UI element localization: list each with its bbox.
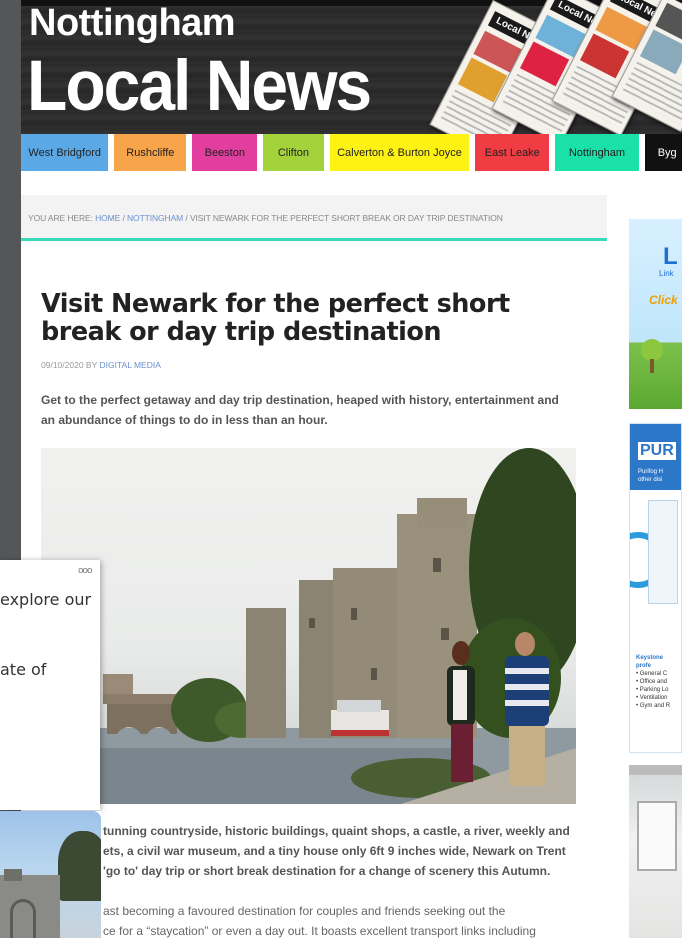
newspaper-collage: Local News Local News Local News Local N… bbox=[427, 0, 682, 134]
main-nav: West Bridgford Rushcliffe Beeston Clifto… bbox=[21, 134, 682, 171]
article-lead: Get to the perfect getaway and day trip … bbox=[41, 393, 559, 427]
breadcrumb-separator: / bbox=[122, 213, 125, 223]
logo-line-1: Nottingham bbox=[29, 2, 236, 44]
article-paragraph-line: ets, a civil war museum, and a tiny hous… bbox=[103, 844, 566, 858]
ad-subtext: Link bbox=[659, 269, 674, 278]
article-paragraph-line: ast becoming a favoured destination for … bbox=[103, 904, 506, 918]
sidebar-ad-link[interactable]: L Link Click bbox=[629, 219, 682, 409]
nav-item-beeston[interactable]: Beeston bbox=[192, 134, 258, 171]
article-paragraph-line: tunning countryside, historic buildings,… bbox=[103, 824, 570, 838]
ad-click-text: Click bbox=[649, 293, 678, 307]
nav-item-east-leake[interactable]: East Leake bbox=[475, 134, 550, 171]
tree-icon bbox=[641, 339, 663, 361]
overlay-image-card[interactable] bbox=[0, 811, 101, 938]
sidebar-ad-interior[interactable] bbox=[629, 765, 682, 938]
more-options-icon[interactable]: ooo bbox=[78, 566, 92, 576]
nav-item-clifton[interactable]: Clifton bbox=[263, 134, 324, 171]
article-author-link[interactable]: DIGITAL MEDIA bbox=[99, 360, 160, 370]
nav-item-nottingham[interactable]: Nottingham bbox=[555, 134, 639, 171]
popup-text-line: explore our bbox=[0, 590, 92, 609]
article-page: YOU ARE HERE: HOME / NOTTINGHAM / VISIT … bbox=[21, 171, 607, 938]
right-sidebar: L Link Click PUR Purifog H other disi Ke… bbox=[607, 171, 682, 938]
breadcrumb-home-link[interactable]: HOME bbox=[95, 213, 120, 223]
ad-brand: PUR bbox=[638, 442, 676, 460]
boat bbox=[331, 700, 389, 736]
logo-line-2: Local News bbox=[27, 45, 372, 125]
nav-item-rushcliffe[interactable]: Rushcliffe bbox=[114, 134, 187, 171]
nav-item-west-bridgford[interactable]: West Bridgford bbox=[21, 134, 109, 171]
article-paragraph-line: 'go to' day trip or short break destinat… bbox=[103, 864, 551, 878]
overlay-photo bbox=[0, 811, 101, 938]
bridge bbox=[103, 694, 183, 704]
ad-subtitle: Purifog H other disi bbox=[638, 469, 664, 483]
article-title: Visit Newark for the perfect short break… bbox=[41, 289, 510, 347]
article-meta: 09/10/2020 BY DIGITAL MEDIA bbox=[41, 360, 161, 370]
site-banner[interactable]: Nottingham Local News Local News Local N… bbox=[21, 0, 682, 134]
article-by: BY bbox=[85, 360, 98, 370]
article-paragraph-line: ce for a “staycation” or even a day out.… bbox=[103, 924, 536, 938]
breadcrumb-separator: / bbox=[185, 213, 188, 223]
breadcrumb-nottingham-link[interactable]: NOTTINGHAM bbox=[127, 213, 183, 223]
nav-item-calverton-burton-joyce[interactable]: Calverton & Burton Joyce bbox=[329, 134, 470, 171]
popup-text-line: ate of bbox=[0, 660, 47, 679]
ad-headline: L bbox=[663, 243, 678, 270]
newark-castle-photo bbox=[41, 448, 576, 804]
ad-feature-list: Keystone profe • General C • Office and … bbox=[636, 655, 671, 709]
breadcrumb: YOU ARE HERE: HOME / NOTTINGHAM / VISIT … bbox=[28, 213, 503, 223]
article-hero-image bbox=[41, 448, 576, 804]
article-date: 09/10/2020 bbox=[41, 360, 84, 370]
ad-window-image bbox=[637, 801, 677, 871]
nav-item-bygone[interactable]: Byg bbox=[644, 134, 682, 171]
breadcrumb-current: VISIT NEWARK FOR THE PERFECT SHORT BREAK… bbox=[189, 213, 503, 223]
breadcrumb-prefix: YOU ARE HERE: bbox=[28, 213, 93, 223]
sidebar-ad-purifog[interactable]: PUR Purifog H other disi Keystone profe … bbox=[629, 423, 682, 753]
ad-product-image bbox=[648, 500, 678, 604]
overlay-popup[interactable]: ooo explore our ate of bbox=[0, 560, 100, 810]
